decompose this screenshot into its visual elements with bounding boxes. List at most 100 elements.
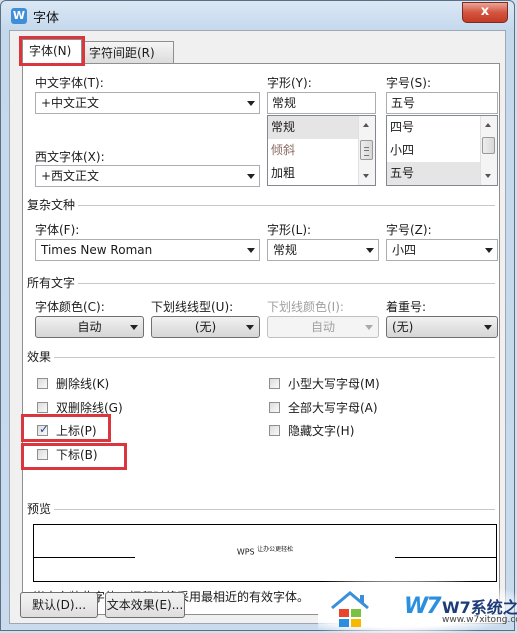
checkbox-label[interactable]: 全部大写字母(A) <box>288 399 378 416</box>
all-text-section: 所有文字 <box>27 276 495 290</box>
text-effects-button[interactable]: 文本效果(E)... <box>105 592 185 618</box>
title-bar: W 字体 x <box>1 1 514 29</box>
font-style-scrollbar[interactable] <box>358 116 375 185</box>
preview-text: WPS 让办公更轻松 <box>34 544 496 557</box>
scroll-up-icon[interactable] <box>363 123 369 127</box>
checkbox-label[interactable]: 双删除线(G) <box>56 399 123 416</box>
watermark: W7 W7系统之家 www.w7xitong.com <box>318 580 517 633</box>
preview-box: WPS 让办公更轻松 <box>33 524 497 582</box>
section-title: 预览 <box>27 502 55 516</box>
font-size-input[interactable]: 五号 <box>386 92 498 114</box>
cs-size-value: 小四 <box>392 243 417 257</box>
list-item[interactable]: 小四 <box>387 139 480 162</box>
cs-style-label: 字形(L): <box>267 223 312 237</box>
cs-font-combo[interactable]: Times New Roman <box>35 239 260 261</box>
font-tab-panel: 中文字体(T): +中文正文 字形(Y): 常规 常规 倾斜 加粗 字号(S): <box>22 63 500 615</box>
effects-section: 效果 <box>27 350 495 364</box>
double-strikethrough-checkbox[interactable]: 双删除线(G) <box>37 399 123 416</box>
underline-color-label: 下划线颜色(I): <box>267 300 344 314</box>
emphasis-mark-dropdown[interactable]: (无) <box>386 316 498 338</box>
cs-font-label: 字体(F): <box>35 223 80 237</box>
checkbox-box[interactable] <box>269 378 280 389</box>
house-logo-icon <box>331 591 369 627</box>
cs-style-combo[interactable]: 常规 <box>267 239 379 261</box>
chevron-down-icon[interactable] <box>247 174 255 179</box>
dialog-title: 字体 <box>33 11 60 26</box>
chevron-down-icon[interactable] <box>484 325 492 330</box>
cs-size-combo[interactable]: 小四 <box>386 239 498 261</box>
chevron-down-icon[interactable] <box>366 248 374 253</box>
preview-section: 预览 <box>27 502 495 516</box>
chevron-down-icon[interactable] <box>246 325 254 330</box>
tab-character-spacing[interactable]: 字符间距(R) <box>82 41 174 63</box>
scroll-thumb[interactable] <box>360 140 373 160</box>
cs-style-value: 常规 <box>273 243 298 257</box>
underline-style-label: 下划线线型(U): <box>151 300 234 314</box>
underline-color-value: 自动 <box>310 320 335 334</box>
scroll-down-icon[interactable] <box>363 174 369 178</box>
checkbox-label[interactable]: 删除线(K) <box>56 375 109 392</box>
list-item[interactable]: 加粗 <box>268 162 358 185</box>
checkbox-box[interactable] <box>269 402 280 413</box>
western-font-combo[interactable]: +西文正文 <box>35 165 260 187</box>
underline-style-value: (无) <box>194 320 217 334</box>
checkbox-box[interactable] <box>37 449 48 460</box>
font-style-list[interactable]: 常规 倾斜 加粗 <box>267 115 376 186</box>
baseline-left <box>34 557 135 558</box>
baseline-right <box>395 557 496 558</box>
section-title: 效果 <box>27 350 55 364</box>
checkbox-box[interactable]: ✓ <box>37 423 49 436</box>
hidden-text-checkbox[interactable]: 隐藏文字(H) <box>269 422 354 439</box>
chevron-down-icon[interactable] <box>247 248 255 253</box>
close-button[interactable]: x <box>462 2 508 23</box>
preview-text-superscript: 让办公更轻松 <box>257 546 294 553</box>
complex-script-section: 复杂文种 <box>27 198 495 212</box>
chevron-down-icon[interactable] <box>247 101 255 106</box>
grip-icon <box>364 147 369 156</box>
section-title: 所有文字 <box>27 276 79 290</box>
superscript-checkbox[interactable]: ✓ 上标(P) <box>37 422 97 439</box>
chinese-font-combo[interactable]: +中文正文 <box>35 92 260 114</box>
dialog-client-area: 字体(N) 字符间距(R) 中文字体(T): +中文正文 字形(Y): 常规 常… <box>9 30 506 624</box>
checkbox-label[interactable]: 下标(B) <box>56 446 98 463</box>
checkbox-label[interactable]: 隐藏文字(H) <box>288 422 354 439</box>
font-size-scrollbar[interactable] <box>480 116 497 185</box>
checkbox-label[interactable]: 上标(P) <box>56 422 97 439</box>
list-item[interactable]: 五号 <box>387 162 480 185</box>
emphasis-mark-label: 着重号: <box>386 300 427 314</box>
scroll-down-icon[interactable] <box>485 174 491 178</box>
chinese-font-label: 中文字体(T): <box>35 76 104 90</box>
watermark-url: www.w7xitong.com <box>442 615 517 625</box>
font-size-label: 字号(S): <box>386 76 432 90</box>
strikethrough-checkbox[interactable]: 删除线(K) <box>37 375 109 392</box>
tab-font[interactable]: 字体(N) <box>22 39 82 64</box>
emphasis-mark-value: (无) <box>392 320 414 334</box>
cs-font-value: Times New Roman <box>41 243 153 257</box>
default-button[interactable]: 默认(D)... <box>20 592 98 618</box>
underline-style-dropdown[interactable]: (无) <box>151 316 260 338</box>
font-style-input[interactable]: 常规 <box>267 92 376 114</box>
font-color-dropdown[interactable]: 自动 <box>35 316 144 338</box>
list-item[interactable]: 常规 <box>268 116 358 139</box>
all-caps-checkbox[interactable]: 全部大写字母(A) <box>269 399 378 416</box>
checkbox-box[interactable] <box>269 425 280 436</box>
checkbox-box[interactable] <box>37 402 48 413</box>
list-item[interactable]: 四号 <box>387 116 480 139</box>
wps-app-icon: W <box>11 8 27 24</box>
section-divider <box>27 205 495 206</box>
section-divider <box>27 357 495 358</box>
font-color-value: 自动 <box>77 320 102 334</box>
section-divider <box>27 283 495 284</box>
scroll-thumb[interactable] <box>482 137 495 154</box>
font-size-list[interactable]: 四号 小四 五号 <box>386 115 498 186</box>
checkbox-box[interactable] <box>37 378 48 389</box>
section-divider <box>27 509 495 510</box>
small-caps-checkbox[interactable]: 小型大写字母(M) <box>269 375 380 392</box>
chevron-down-icon[interactable] <box>485 248 493 253</box>
scroll-up-icon[interactable] <box>485 123 491 127</box>
checkbox-label[interactable]: 小型大写字母(M) <box>288 375 380 392</box>
subscript-checkbox[interactable]: 下标(B) <box>37 446 98 463</box>
list-item[interactable]: 倾斜 <box>268 139 358 162</box>
chevron-down-icon[interactable] <box>130 325 138 330</box>
western-font-value: +西文正文 <box>41 169 100 183</box>
